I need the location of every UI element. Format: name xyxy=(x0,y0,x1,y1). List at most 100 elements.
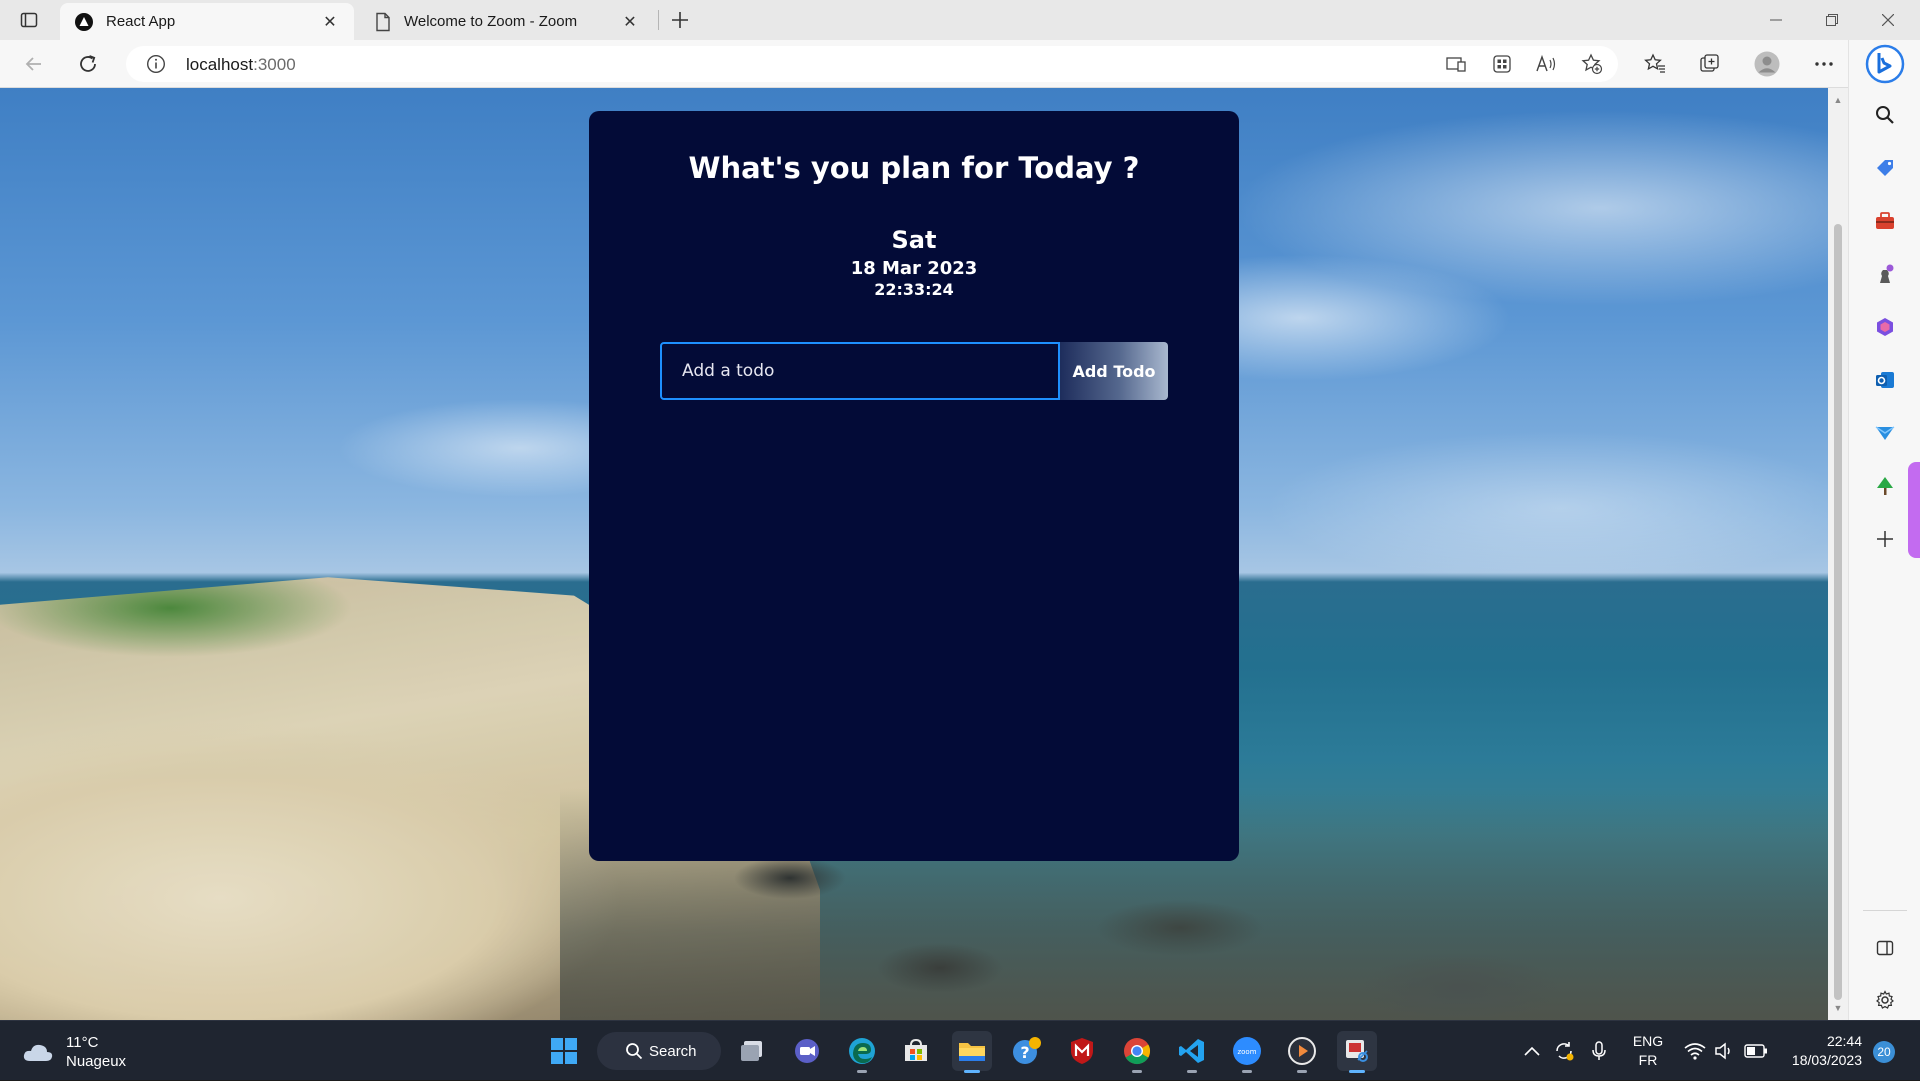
teams-button[interactable] xyxy=(787,1031,827,1071)
favorites-button[interactable] xyxy=(1641,50,1669,78)
sidebar-games[interactable] xyxy=(1867,256,1903,292)
close-tab-icon[interactable]: ✕ xyxy=(320,12,340,32)
sidebar-split-screen[interactable] xyxy=(1867,930,1903,966)
collections-icon xyxy=(1700,54,1719,72)
microphone-status[interactable] xyxy=(1591,1021,1607,1081)
sidebar-shopping[interactable] xyxy=(1867,150,1903,186)
sidebar-search[interactable] xyxy=(1867,97,1903,133)
tab-actions-button[interactable] xyxy=(10,6,48,34)
task-view-button[interactable] xyxy=(733,1031,773,1071)
mcafee-button[interactable] xyxy=(1062,1031,1102,1071)
chrome-button[interactable] xyxy=(1117,1031,1157,1073)
date-label: 18 Mar 2023 xyxy=(850,258,978,279)
site-info-icon[interactable] xyxy=(146,54,166,74)
tab-title: React App xyxy=(106,13,176,30)
vscode-icon xyxy=(1179,1039,1204,1063)
app-available-button[interactable] xyxy=(1488,50,1516,78)
media-player-button[interactable] xyxy=(1282,1031,1322,1073)
refresh-icon xyxy=(80,55,96,72)
wifi-icon xyxy=(1684,1043,1706,1060)
sidebar-expand-handle[interactable] xyxy=(1908,462,1920,558)
address-toolbar: localhost:3000 xyxy=(0,40,1920,88)
games-icon xyxy=(1880,264,1894,283)
language-switcher[interactable]: ENG FR xyxy=(1628,1032,1668,1070)
sidebar-office[interactable] xyxy=(1867,309,1903,345)
battery-status[interactable] xyxy=(1744,1021,1768,1081)
battery-icon xyxy=(1744,1044,1767,1058)
help-button[interactable]: ? xyxy=(1007,1031,1047,1071)
address-bar[interactable]: localhost:3000 xyxy=(126,46,1618,82)
sidebar-settings[interactable] xyxy=(1867,982,1903,1018)
office-icon xyxy=(1877,318,1893,336)
tab-react-app[interactable]: React App ✕ xyxy=(60,3,354,40)
sidebar-tree[interactable] xyxy=(1867,468,1903,504)
help-icon: ? xyxy=(1013,1037,1041,1064)
clock-time: 22:44 xyxy=(1826,1033,1862,1049)
add-favorite-button[interactable] xyxy=(1578,50,1606,78)
snipping-tool-button[interactable] xyxy=(1337,1031,1377,1073)
zoom-button[interactable]: zoom xyxy=(1227,1031,1267,1073)
time-label: 22:33:24 xyxy=(874,280,954,299)
show-hidden-icons-button[interactable] xyxy=(1524,1021,1540,1081)
read-aloud-button[interactable] xyxy=(1532,50,1560,78)
minimize-button[interactable] xyxy=(1748,0,1804,40)
weather-temp: 11°C xyxy=(66,1034,99,1051)
back-arrow-icon xyxy=(25,57,41,71)
split-screen-icon xyxy=(1876,940,1894,956)
sidebar-add[interactable] xyxy=(1867,521,1903,557)
sidebar-drop[interactable] xyxy=(1867,415,1903,451)
running-indicator xyxy=(1242,1070,1252,1073)
scroll-down-arrow-icon[interactable]: ▼ xyxy=(1828,1000,1848,1016)
network-status[interactable] xyxy=(1684,1021,1706,1081)
search-icon xyxy=(1876,106,1894,124)
scrollbar-thumb[interactable] xyxy=(1834,224,1842,1000)
file-explorer-button[interactable] xyxy=(952,1031,992,1073)
page-scrollbar[interactable]: ▲ ▼ xyxy=(1828,88,1848,1020)
profile-button[interactable] xyxy=(1753,50,1781,78)
immersive-reader-button[interactable] xyxy=(1442,50,1470,78)
more-dots-icon xyxy=(1815,62,1833,66)
taskbar-search[interactable]: Search xyxy=(597,1032,721,1070)
running-indicator xyxy=(857,1070,867,1073)
system-clock[interactable]: 22:44 18/03/2023 xyxy=(1778,1032,1862,1070)
new-tab-button[interactable] xyxy=(665,5,695,35)
tree-icon xyxy=(1877,477,1893,495)
close-window-button[interactable] xyxy=(1860,0,1916,40)
react-app-favicon xyxy=(75,12,93,31)
taskbar: 11°C Nuageux Search ? zoom ENG FR 22:44 … xyxy=(0,1020,1920,1080)
close-tab-icon[interactable]: ✕ xyxy=(620,12,640,32)
media-player-icon xyxy=(1288,1037,1316,1065)
running-indicator xyxy=(1187,1070,1197,1073)
file-explorer-icon xyxy=(959,1043,985,1061)
notification-badge[interactable]: 20 xyxy=(1873,1041,1895,1063)
store-button[interactable] xyxy=(896,1031,936,1071)
briefcase-icon xyxy=(1876,212,1894,229)
add-todo-button[interactable]: Add Todo xyxy=(1060,342,1168,400)
page-icon xyxy=(376,12,390,31)
back-button[interactable] xyxy=(16,48,52,80)
restore-icon xyxy=(1826,14,1838,26)
svg-text:?: ? xyxy=(1020,1043,1029,1062)
bing-chat-button[interactable] xyxy=(1863,42,1907,86)
sidebar-outlook[interactable] xyxy=(1867,362,1903,398)
collections-button[interactable] xyxy=(1696,50,1724,78)
refresh-button[interactable] xyxy=(70,48,106,80)
scroll-up-arrow-icon[interactable]: ▲ xyxy=(1828,92,1848,108)
start-button[interactable] xyxy=(544,1031,584,1071)
chevron-up-icon xyxy=(1524,1046,1540,1056)
svg-text:zoom: zoom xyxy=(1237,1048,1256,1056)
edge-button[interactable] xyxy=(842,1031,882,1073)
sync-status[interactable] xyxy=(1553,1021,1575,1081)
tab-zoom[interactable]: Welcome to Zoom - Zoom ✕ xyxy=(360,3,654,40)
settings-and-more-button[interactable] xyxy=(1810,50,1838,78)
todo-input[interactable] xyxy=(660,342,1060,400)
tab-actions-icon xyxy=(20,12,38,28)
url-text[interactable]: localhost:3000 xyxy=(186,55,296,75)
tab-title: Welcome to Zoom - Zoom xyxy=(404,13,578,30)
sidebar-tools[interactable] xyxy=(1867,203,1903,239)
send-icon xyxy=(1875,426,1895,440)
volume-status[interactable] xyxy=(1714,1021,1734,1081)
weather-widget[interactable]: 11°C Nuageux xyxy=(22,1033,126,1071)
restore-button[interactable] xyxy=(1804,0,1860,40)
vscode-button[interactable] xyxy=(1172,1031,1212,1073)
